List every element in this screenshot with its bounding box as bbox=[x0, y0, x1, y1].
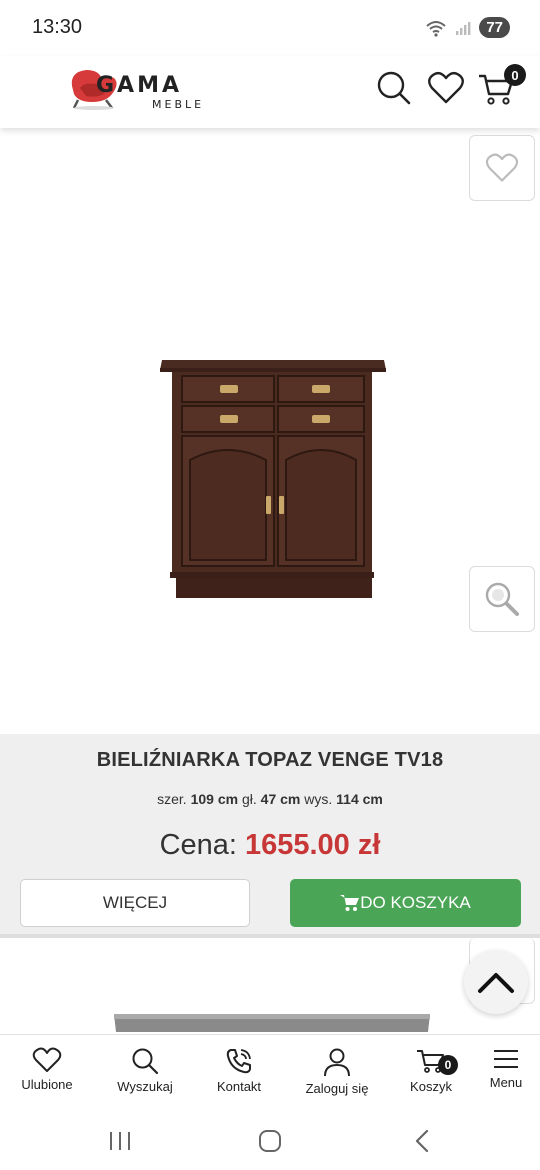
chevron-up-icon bbox=[478, 973, 514, 993]
more-button-label: WIĘCEJ bbox=[102, 893, 168, 912]
add-to-cart-label: DO KOSZYKA bbox=[360, 893, 471, 912]
heart-icon bbox=[485, 153, 519, 182]
depth-value: 47 cm bbox=[260, 791, 301, 807]
product-image[interactable] bbox=[158, 356, 390, 602]
height-value: 114 cm bbox=[336, 791, 383, 807]
height-label: wys. bbox=[304, 791, 333, 807]
nav-item-menu[interactable]: Menu bbox=[482, 1035, 530, 1111]
width-label: szer. bbox=[157, 791, 187, 807]
product-title[interactable]: BIELIŹNIARKA TOPAZ VENGE TV18 bbox=[0, 749, 540, 772]
nav-item-login[interactable]: Zaloguj się bbox=[296, 1035, 378, 1111]
price-label: Cena: bbox=[159, 829, 237, 861]
nav-item-favorites[interactable]: Ulubione bbox=[12, 1035, 82, 1111]
nav-label: Menu bbox=[489, 1075, 523, 1090]
product-image-area bbox=[0, 128, 540, 734]
nav-label: Koszyk bbox=[410, 1079, 452, 1094]
search-icon bbox=[132, 1048, 159, 1075]
status-icons: 77 bbox=[425, 17, 510, 38]
logo[interactable]: GAMA MEBLE bbox=[66, 64, 226, 112]
zoom-button[interactable] bbox=[469, 566, 535, 632]
home-icon[interactable] bbox=[258, 1129, 282, 1153]
back-icon[interactable] bbox=[412, 1129, 432, 1153]
signal-icon bbox=[456, 21, 471, 35]
bottom-navigation: Ulubione Wyszukaj Kontakt Zaloguj się Ko… bbox=[0, 1034, 540, 1110]
nav-item-contact[interactable]: Kontakt bbox=[206, 1035, 272, 1111]
width-value: 109 cm bbox=[190, 791, 239, 807]
nav-label: Wyszukaj bbox=[117, 1079, 173, 1094]
recent-apps-icon[interactable] bbox=[108, 1130, 132, 1152]
add-to-cart-button[interactable]: DO KOSZYKA bbox=[290, 879, 521, 927]
heart-icon[interactable] bbox=[426, 68, 466, 108]
nav-item-search[interactable]: Wyszukaj bbox=[108, 1035, 182, 1111]
logo-subtext: MEBLE bbox=[152, 98, 204, 111]
wifi-icon bbox=[426, 20, 446, 37]
phone-icon bbox=[226, 1049, 251, 1074]
nav-cart-badge: 0 bbox=[438, 1055, 458, 1075]
header-cart-badge: 0 bbox=[504, 64, 526, 86]
system-navigation-bar bbox=[0, 1110, 540, 1170]
status-bar: 13:30 77 bbox=[0, 0, 540, 56]
user-icon bbox=[324, 1048, 350, 1077]
cart-icon bbox=[340, 895, 360, 911]
battery-indicator: 77 bbox=[479, 17, 510, 38]
zoom-icon bbox=[485, 582, 519, 616]
logo-chair-icon: GAMA MEBLE bbox=[71, 70, 204, 111]
nav-label: Kontakt bbox=[216, 1079, 262, 1094]
product-dimensions: szer. 109 cm gł. 47 cm wys. 114 cm bbox=[0, 791, 540, 807]
scroll-to-top-button[interactable] bbox=[464, 950, 528, 1014]
site-header: GAMA MEBLE bbox=[0, 56, 540, 128]
logo-text: GAMA bbox=[96, 73, 182, 98]
price-row: Cena: 1655.00 zł bbox=[0, 829, 540, 862]
next-product-image[interactable] bbox=[110, 1012, 434, 1034]
heart-icon bbox=[32, 1047, 62, 1072]
search-icon[interactable] bbox=[374, 68, 414, 108]
more-button[interactable]: WIĘCEJ bbox=[20, 879, 250, 927]
add-to-favorites-button[interactable] bbox=[469, 135, 535, 201]
price-value: 1655.00 zł bbox=[244, 829, 381, 861]
menu-icon bbox=[494, 1050, 518, 1068]
nav-label: Zaloguj się bbox=[305, 1081, 369, 1096]
nav-label: Ulubione bbox=[21, 1077, 73, 1092]
status-time: 13:30 bbox=[32, 16, 83, 38]
depth-label: gł. bbox=[241, 791, 257, 807]
next-product-card bbox=[0, 938, 540, 1034]
